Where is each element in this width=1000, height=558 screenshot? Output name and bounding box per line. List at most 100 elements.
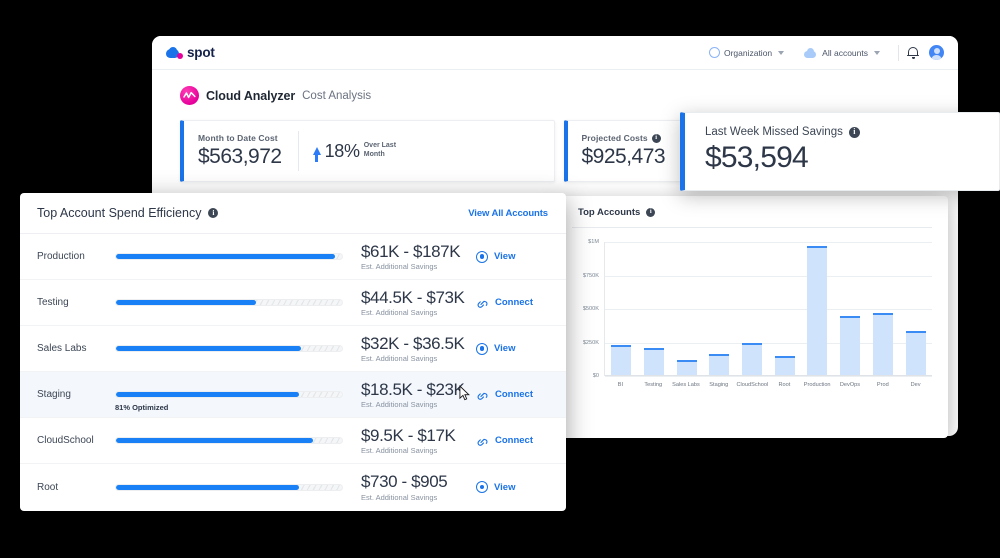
bar-column[interactable] bbox=[835, 242, 865, 375]
info-icon[interactable]: i bbox=[208, 208, 219, 218]
view-button[interactable]: View bbox=[476, 481, 548, 493]
brand-name: spot bbox=[187, 45, 215, 60]
organization-label: Organization bbox=[723, 47, 773, 58]
y-axis-tick: $250K bbox=[582, 339, 599, 346]
account-name: Testing bbox=[37, 297, 69, 308]
action-label: View bbox=[494, 343, 516, 354]
bar-column[interactable] bbox=[868, 242, 898, 375]
spot-logo[interactable]: spot bbox=[166, 45, 215, 60]
account-name: CloudSchool bbox=[37, 435, 94, 446]
progress-track bbox=[115, 253, 343, 260]
y-axis-tick: $750K bbox=[582, 272, 599, 279]
savings-caption: Est. Additional Savings bbox=[361, 308, 438, 318]
progress-fill bbox=[116, 438, 313, 443]
account-name: Staging bbox=[37, 389, 71, 400]
bell-icon[interactable] bbox=[907, 46, 919, 59]
link-icon bbox=[477, 392, 488, 400]
cloud-analyzer-icon bbox=[180, 86, 199, 105]
link-icon bbox=[477, 300, 488, 308]
cloud-logo-icon bbox=[166, 46, 183, 59]
table-row[interactable]: Root $730 - $905 Est. Additional Savings Vi… bbox=[20, 464, 566, 510]
arrow-up-icon bbox=[312, 147, 321, 162]
bar-column[interactable] bbox=[802, 242, 832, 375]
organization-icon bbox=[708, 47, 720, 58]
kpi-label-text: Month to Date Cost bbox=[198, 133, 278, 143]
chart-bar[interactable] bbox=[840, 316, 861, 375]
eye-icon bbox=[476, 250, 488, 263]
divider bbox=[898, 44, 899, 61]
chart-bar[interactable] bbox=[709, 354, 730, 375]
progress-fill bbox=[116, 484, 300, 490]
panel-title-text: Top Account Spend Efficiency bbox=[37, 206, 202, 220]
savings-cell: $730 - $905 Est. Additional Savings bbox=[343, 472, 476, 502]
view-button[interactable]: View bbox=[476, 250, 548, 263]
savings-caption: Est. Additional Savings bbox=[361, 492, 438, 502]
cloud-icon bbox=[804, 47, 818, 58]
kpi-delta-note: Over Last Month bbox=[363, 142, 397, 158]
kpi-card-month-to-date: Month to Date Cost $563,972 18% Over Las… bbox=[180, 120, 555, 182]
kpi-label: Month to Date Cost bbox=[198, 133, 282, 143]
progress-fill bbox=[116, 300, 257, 305]
savings-amount: $730 - $905 bbox=[361, 472, 448, 492]
x-axis-tick: Staging bbox=[709, 382, 729, 388]
info-icon[interactable]: i bbox=[646, 208, 656, 217]
chart-bar[interactable] bbox=[774, 355, 795, 375]
chevron-down-icon bbox=[874, 50, 880, 55]
action-label: View bbox=[494, 481, 516, 493]
progress-fill bbox=[116, 346, 302, 351]
info-icon[interactable]: i bbox=[651, 133, 661, 143]
x-axis-tick: CloudSchool bbox=[736, 382, 769, 388]
progress-track bbox=[115, 483, 343, 491]
efficiency-bar: 81% Optimized bbox=[115, 391, 343, 412]
savings-cell: $61K - $187K Est. Additional Savings bbox=[343, 242, 476, 272]
chart-bar[interactable] bbox=[644, 347, 665, 375]
top-accounts-panel: Top Accounts i $0 $250K $500K $750K $1M BI Te… bbox=[556, 196, 948, 438]
bar-column[interactable] bbox=[900, 242, 930, 375]
view-button[interactable]: View bbox=[476, 342, 548, 355]
bar-series bbox=[605, 242, 932, 375]
avatar[interactable] bbox=[929, 45, 944, 60]
action-label: Connect bbox=[495, 389, 533, 400]
efficiency-bar bbox=[115, 253, 343, 260]
x-axis-tick: Production bbox=[803, 382, 831, 388]
chart-bar[interactable] bbox=[905, 331, 926, 375]
progress-track bbox=[115, 437, 343, 444]
chart-bar[interactable] bbox=[807, 246, 828, 375]
accounts-selector[interactable]: All accounts bbox=[794, 47, 890, 58]
info-icon[interactable]: i bbox=[848, 126, 860, 138]
bar-column[interactable] bbox=[639, 242, 669, 375]
account-name: Production bbox=[37, 251, 85, 262]
organization-selector[interactable]: Organization bbox=[699, 47, 794, 58]
topbar-actions: Organization All accounts bbox=[699, 44, 944, 61]
bar-column[interactable] bbox=[770, 242, 800, 375]
table-row[interactable]: Staging 81% Optimized $18.5K - $23K Est. Ad… bbox=[20, 372, 566, 418]
chart-bar[interactable] bbox=[611, 344, 632, 375]
x-axis-tick: Root bbox=[778, 382, 791, 388]
x-axis-labels: BI Testing Sales Labs Staging CloudSchool Roo… bbox=[604, 382, 932, 388]
table-row[interactable]: Production $61K - $187K Est. Additional Sa… bbox=[20, 234, 566, 280]
y-axis-tick: $500K bbox=[582, 306, 599, 312]
bar-column[interactable] bbox=[606, 242, 636, 375]
table-row[interactable]: Sales Labs $32K - $36.5K Est. Additional S… bbox=[20, 326, 566, 372]
chart-bar[interactable] bbox=[742, 342, 763, 375]
table-row[interactable]: CloudSchool $9.5K - $17K Est. Additional S… bbox=[20, 418, 566, 464]
savings-caption: Est. Additional Savings bbox=[361, 446, 438, 456]
chart-bar[interactable] bbox=[872, 312, 893, 375]
app-topbar: spot Organization All accounts bbox=[152, 36, 958, 70]
chart-bar[interactable] bbox=[676, 360, 697, 375]
bar-column[interactable] bbox=[704, 242, 734, 375]
view-all-accounts-link[interactable]: View All Accounts bbox=[468, 208, 548, 219]
action-label: View bbox=[494, 251, 516, 262]
savings-caption: Est. Additional Savings bbox=[361, 400, 438, 410]
connect-button[interactable]: Connect bbox=[476, 297, 548, 309]
missed-savings-label-text: Last Week Missed Savings bbox=[705, 126, 843, 138]
savings-amount: $61K - $187K bbox=[361, 241, 461, 261]
kpi-value: $925,473 bbox=[581, 145, 666, 168]
connect-button[interactable]: Connect bbox=[476, 389, 548, 401]
bar-column[interactable] bbox=[672, 242, 702, 375]
connect-button[interactable]: Connect bbox=[476, 435, 548, 447]
chart-title: Top Accounts i bbox=[556, 196, 948, 218]
table-row[interactable]: Testing $44.5K - $73K Est. Additional Savi… bbox=[20, 280, 566, 326]
kpi-label-text: Projected Costs bbox=[581, 133, 648, 143]
bar-column[interactable] bbox=[737, 242, 767, 375]
